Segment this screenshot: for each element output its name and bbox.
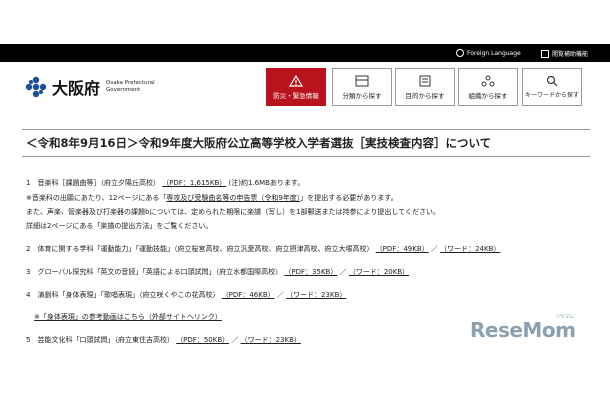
item-4-video: ※「身体表現」の参考動画はこちら（外部サイトへリンク） xyxy=(34,312,222,322)
site-sub-line1: Osaka Prefectural xyxy=(106,80,155,86)
page-title: ＜令和8年9月16日＞令和9年度大阪府公立高等学校入学者選抜［実技検査内容］につ… xyxy=(22,129,590,157)
nav-category-button[interactable]: 分類から探す xyxy=(332,68,392,106)
watermark-text: ReseMom xyxy=(470,318,576,342)
resemom-watermark: ReseMom リセマム xyxy=(470,314,576,342)
item-3-sep: ／ xyxy=(339,268,347,276)
item-4-word-link[interactable]: （ワード：23KB） xyxy=(286,291,346,299)
nav-organization-label: 組織から探す xyxy=(468,92,508,100)
item-1: 1 音楽科［課題曲等］（府立夕陽丘高校） （PDF：1,615KB） (注)約1… xyxy=(26,178,304,188)
category-icon xyxy=(355,75,369,87)
organization-icon xyxy=(481,75,495,87)
nav-category-label: 分類から探す xyxy=(342,92,382,100)
purpose-icon xyxy=(419,75,431,87)
item-4-sep: ／ xyxy=(276,291,284,299)
item-2-word-link[interactable]: （ワード：24KB） xyxy=(440,245,500,253)
item-1-line3: また、声楽、管楽器及び打楽器の課題bについては、定められた期限に楽譜（写し）を1… xyxy=(26,208,440,216)
nav-keyword-label: キーワードから探す xyxy=(524,92,579,99)
nav-organization-button[interactable]: 組織から探す xyxy=(458,68,518,106)
site-sub-line2: Government xyxy=(106,87,141,93)
site-logo[interactable]: 大阪府 Osaka Prefectural Government xyxy=(24,75,155,99)
item-1-line2-pre: ※音楽科の出願にあたり、12ページにある「 xyxy=(26,194,167,202)
item-4-head: 4 演劇科「身体表現」「歌唱表現」（府立咲くやこの花高校） xyxy=(26,291,220,299)
viewing-assist-link[interactable]: 閲覧補助機能 xyxy=(541,49,588,58)
item-2-pdf-link[interactable]: （PDF：49KB） xyxy=(376,245,429,253)
keyword-icon xyxy=(546,75,558,87)
item-5: 5 芸能文化科「口頭試問」（府立東住吉高校） （PDF：50KB） ／ （ワード… xyxy=(26,335,301,345)
nav-disaster-label: 防災・緊急情報 xyxy=(273,92,319,100)
watermark-small: リセマム xyxy=(555,314,574,320)
utility-bar: Foreign Language 閲覧補助機能 xyxy=(0,44,610,62)
nav-keyword-button[interactable]: キーワードから探す xyxy=(522,68,582,106)
declaration-form-link[interactable]: 専攻及び受験曲名等の申告票（令和9年度） xyxy=(166,194,300,202)
item-2-sep: ／ xyxy=(430,245,438,253)
item-1-line2: ※音楽科の出願にあたり、12ページにある「専攻及び受験曲名等の申告票（令和9年度… xyxy=(26,193,398,203)
site-subtitle: Osaka Prefectural Government xyxy=(106,80,155,94)
foreign-language-link[interactable]: Foreign Language xyxy=(456,49,521,57)
viewing-assist-label: 閲覧補助機能 xyxy=(552,51,589,58)
reference-video-link[interactable]: ※「身体表現」の参考動画はこちら（外部サイトへリンク） xyxy=(34,313,222,321)
nav-purpose-button[interactable]: 目的から探す xyxy=(395,68,455,106)
warning-icon xyxy=(289,75,303,87)
foreign-language-label: Foreign Language xyxy=(467,49,521,57)
nav-disaster-button[interactable]: 防災・緊急情報 xyxy=(266,68,326,106)
item-3-pdf-link[interactable]: （PDF：35KB） xyxy=(284,268,337,276)
site-name: 大阪府 xyxy=(52,79,101,98)
item-1-pdf-link[interactable]: （PDF：1,615KB） xyxy=(162,179,226,187)
item-5-word-link[interactable]: （ワード：23KB） xyxy=(241,336,301,344)
item-4: 4 演劇科「身体表現」「歌唱表現」（府立咲くやこの花高校） （PDF：46KB）… xyxy=(26,290,346,300)
item-5-head: 5 芸能文化科「口頭試問」（府立東住吉高校） xyxy=(26,336,174,344)
item-3: 3 グローバル探究科「英文の音読」「英語による口頭試問」（府立水都国際高校） （… xyxy=(26,267,409,277)
item-1-note: (注)約1.6MBあります。 xyxy=(228,179,305,187)
item-2-head: 2 体育に関する学科「運動能力」「運動技能」（府立桜宮高校、府立汎愛高校、府立摂… xyxy=(26,245,374,253)
item-3-head: 3 グローバル探究科「英文の音読」「英語による口頭試問」（府立水都国際高校） xyxy=(26,268,283,276)
item-5-pdf-link[interactable]: （PDF：50KB） xyxy=(176,336,229,344)
item-1-head: 1 音楽科［課題曲等］（府立夕陽丘高校） xyxy=(26,179,160,187)
item-3-word-link[interactable]: （ワード：20KB） xyxy=(349,268,409,276)
globe-icon xyxy=(456,49,464,57)
accessibility-icon xyxy=(541,49,549,58)
nav-purpose-label: 目的から探す xyxy=(405,92,445,100)
item-4-pdf-link[interactable]: （PDF：46KB） xyxy=(222,291,275,299)
item-1-line4: 詳細は2ページにある「楽譜の提出方法」をご覧ください。 xyxy=(26,222,213,230)
item-5-sep: ／ xyxy=(231,336,239,344)
item-2: 2 体育に関する学科「運動能力」「運動技能」（府立桜宮高校、府立汎愛高校、府立摂… xyxy=(26,244,500,254)
item-1-line2-post: 」を提出する必要があります。 xyxy=(300,194,398,202)
osaka-emblem-icon xyxy=(25,76,47,98)
site-header: 大阪府 Osaka Prefectural Government 防災・緊急情報… xyxy=(0,62,610,114)
